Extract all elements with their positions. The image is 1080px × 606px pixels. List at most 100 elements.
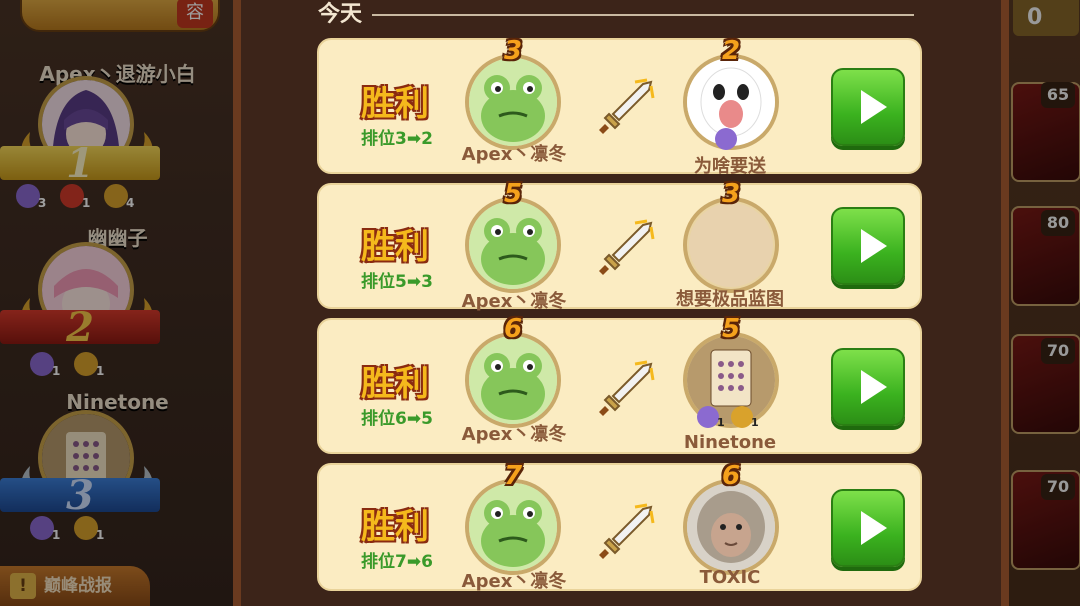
player-avatar[interactable]: 7 <box>465 461 561 575</box>
medal-count: 3 <box>38 196 47 210</box>
section-header: 今天 <box>318 0 915 30</box>
player-name: Apex丶凛冬 <box>461 571 567 592</box>
medal-row: 3 1 4 <box>14 184 140 212</box>
medal: 1 <box>58 184 96 212</box>
leaderboard-name: 幽幽子 <box>87 226 148 250</box>
player-name: Apex丶凛冬 <box>461 424 567 445</box>
alert-icon: ! <box>10 573 36 599</box>
player-rank: 3 <box>503 36 523 66</box>
opponent-avatar[interactable]: 6 <box>683 461 779 575</box>
gold-medal-icon <box>104 184 128 208</box>
victory-label: 胜利 <box>361 364 429 404</box>
medal-count: 1 <box>96 528 105 542</box>
opponent-avatar[interactable]: 3 <box>683 179 779 293</box>
hero-card[interactable]: 65 <box>1011 82 1080 182</box>
medal-row: 1 1 <box>28 352 110 380</box>
avatar <box>683 197 779 293</box>
replay-button[interactable] <box>831 68 905 146</box>
replay-button[interactable] <box>831 207 905 285</box>
battle-record: 胜利 排位6➡5 6 Apex丶凛冬 5 1 1 Ninetone <box>317 314 922 454</box>
hero-level: 65 <box>1041 82 1075 108</box>
purple-medal-icon <box>30 516 54 540</box>
medal: 1 <box>731 406 761 430</box>
avatar <box>465 479 561 575</box>
medal: 1 <box>72 516 110 544</box>
gold-medal-icon <box>74 352 98 376</box>
opponent-rank: 6 <box>721 461 741 491</box>
replay-button[interactable] <box>831 348 905 426</box>
player-rank: 7 <box>503 461 523 491</box>
frog-icon <box>469 58 557 146</box>
player-avatar[interactable]: 5 <box>465 179 561 293</box>
purple-medal-icon <box>697 406 719 428</box>
rank-ribbon: 1 <box>0 140 160 187</box>
currency-counter: 0 <box>1013 0 1079 36</box>
battle-record: 胜利 排位7➡6 7 Apex丶凛冬 6 TOXIC <box>317 461 922 592</box>
battle-record: 胜利 排位5➡3 5 Apex丶凛冬 3 想要极品蓝图 <box>317 179 922 312</box>
frog-icon <box>469 201 557 289</box>
replay-button[interactable] <box>831 489 905 567</box>
avatar <box>465 332 561 428</box>
purple-medal-icon <box>30 352 54 376</box>
avatar <box>465 54 561 150</box>
victory-label: 胜利 <box>361 507 429 547</box>
side-card-strip: 0 65 80 70 70 <box>1005 0 1080 606</box>
opponent-name: 想要极品蓝图 <box>676 289 784 310</box>
player-rank: 5 <box>503 179 523 209</box>
medal: 4 <box>102 184 140 212</box>
hero-level: 70 <box>1041 474 1075 500</box>
frog-icon <box>469 336 557 424</box>
avatar <box>465 197 561 293</box>
player-avatar[interactable]: 6 <box>465 314 561 428</box>
section-title: 今天 <box>318 2 363 27</box>
medal-count: 1 <box>751 416 759 429</box>
hero-card[interactable]: 70 <box>1011 470 1080 570</box>
divider <box>372 14 915 16</box>
frog-icon <box>469 483 557 571</box>
player-rank: 6 <box>503 314 523 344</box>
medal: 3 <box>14 184 52 212</box>
battle-record: 胜利 排位3➡2 3 Apex丶凛冬 2 为啥要送 <box>317 36 922 177</box>
rank-ribbon: 2 <box>0 304 160 351</box>
peak-battle-report-button[interactable]: ! 巅峰战报 <box>0 566 150 606</box>
medal-count: 1 <box>82 196 91 210</box>
opponent-rank: 5 <box>721 314 741 344</box>
opponent-rank: 3 <box>721 179 741 209</box>
report-button-label: 巅峰战报 <box>44 576 112 596</box>
player-avatar[interactable]: 3 <box>465 36 561 150</box>
medal: 1 <box>28 516 66 544</box>
monkey-avatar-icon <box>687 483 775 571</box>
leaderboard-name: Apex丶退游小白 <box>39 62 196 86</box>
opponent-name: TOXIC <box>699 567 761 588</box>
opponent-name: Ninetone <box>683 432 777 453</box>
medal: 1 <box>28 352 66 380</box>
medal-row: 1 1 <box>697 406 761 430</box>
hero-card[interactable]: 80 <box>1011 206 1080 306</box>
opponent-name: 为啥要送 <box>694 156 766 177</box>
medal-count: 1 <box>52 364 61 378</box>
sword-icon <box>599 219 655 275</box>
victory-label: 胜利 <box>361 227 429 267</box>
leaderboard-name: Ninetone <box>66 390 169 414</box>
hero-level: 80 <box>1041 210 1075 236</box>
opponent-rank: 2 <box>721 36 741 66</box>
medal <box>715 128 745 152</box>
red-medal-icon <box>60 184 84 208</box>
sword-icon <box>599 360 655 416</box>
victory-label: 胜利 <box>361 84 429 124</box>
gold-medal-icon <box>731 406 753 428</box>
player-name: Apex丶凛冬 <box>461 144 567 165</box>
medal-count: 1 <box>717 416 725 429</box>
rank-ribbon: 3 <box>0 472 160 519</box>
medal-count: 1 <box>96 364 105 378</box>
rank-number: 2 <box>66 303 94 351</box>
player-name: Apex丶凛冬 <box>461 291 567 312</box>
rank-number: 3 <box>66 471 94 519</box>
sword-icon <box>599 78 655 134</box>
hero-card[interactable]: 70 <box>1011 334 1080 434</box>
medal: 1 <box>72 352 110 380</box>
medal-row <box>715 128 745 152</box>
header-cap: 容 <box>177 0 213 28</box>
purple-medal-icon <box>16 184 40 208</box>
medal-count: 4 <box>126 196 135 210</box>
